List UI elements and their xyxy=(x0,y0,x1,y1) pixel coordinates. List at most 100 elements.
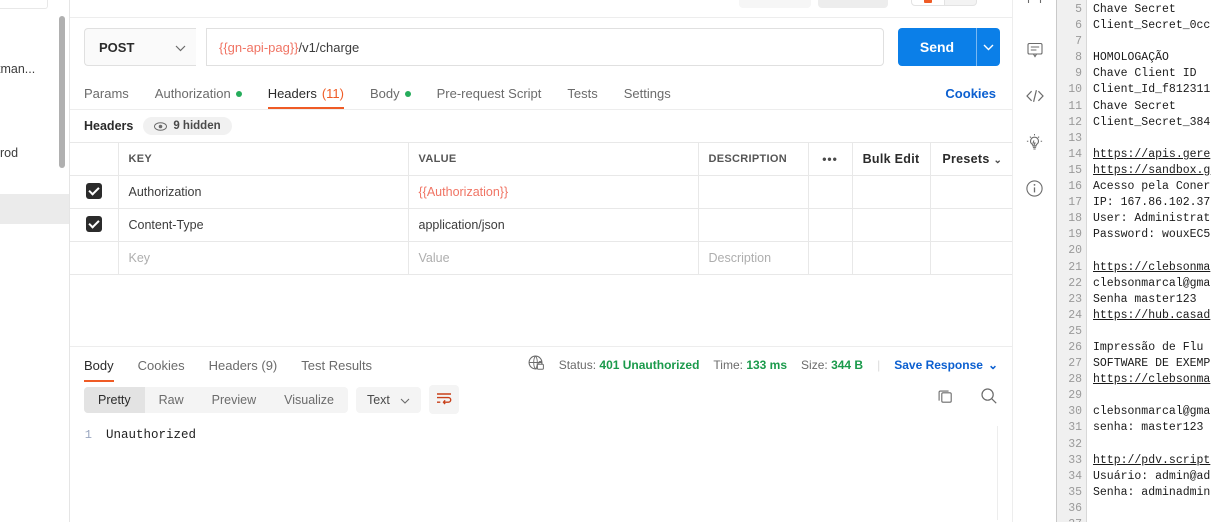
editor-line-text[interactable]: https://hub.casad xyxy=(1093,308,1215,324)
editor-line-text[interactable]: Client_Secret_384 xyxy=(1093,115,1215,131)
tab-params[interactable]: Params xyxy=(84,86,129,109)
response-tab-test-results[interactable]: Test Results xyxy=(301,349,372,382)
editor-line-text[interactable] xyxy=(1093,437,1215,453)
search-icon[interactable] xyxy=(980,387,998,405)
tab-tests[interactable]: Tests xyxy=(567,86,597,109)
toolbar-pill-2[interactable] xyxy=(818,0,888,8)
row-value[interactable]: {{Authorization}} xyxy=(407,175,699,209)
editor-line-text[interactable]: Client_Secret_0cc xyxy=(1093,18,1215,34)
editor-line-text[interactable] xyxy=(1093,131,1215,147)
copy-icon[interactable] xyxy=(937,388,954,405)
format-tab-pretty[interactable]: Pretty xyxy=(84,386,145,413)
editor-line-number: 21 xyxy=(1068,260,1082,274)
sidebar-item-truncated-2[interactable]: prod xyxy=(0,146,18,160)
sidebar-item-truncated-1[interactable]: tman... xyxy=(0,62,35,76)
editor-line-text[interactable]: https://sandbox.g xyxy=(1093,163,1215,179)
row-checkbox[interactable] xyxy=(85,215,102,232)
editor-line-text[interactable]: Chave Secret xyxy=(1093,99,1215,115)
tab-headers[interactable]: Headers (11) xyxy=(267,86,345,109)
response-scrollbar[interactable] xyxy=(997,426,998,520)
sidebar-item-selected[interactable] xyxy=(0,194,69,224)
editor-line-text[interactable]: Usuário: admin@ad xyxy=(1093,469,1215,485)
editor-line-text[interactable]: IP: 167.86.102.37 xyxy=(1093,195,1215,211)
response-type-select[interactable]: Text xyxy=(355,386,421,413)
response-tab-body[interactable]: Body xyxy=(84,349,114,382)
editor-line-text[interactable]: https://clebsonma xyxy=(1093,260,1215,276)
format-tab-preview[interactable]: Preview xyxy=(198,387,270,413)
new-row-description-input[interactable]: Description xyxy=(697,241,809,275)
editor-line-text[interactable]: http://pdv.script xyxy=(1093,453,1215,469)
presets-button[interactable]: Presets ⌄ xyxy=(929,142,1012,176)
editor-line-text[interactable]: Password: wouxEC5 xyxy=(1093,227,1215,243)
hidden-headers-toggle[interactable]: 9 hidden xyxy=(143,117,232,135)
format-tab-raw[interactable]: Raw xyxy=(145,387,198,413)
new-row-key-input[interactable]: Key xyxy=(117,241,409,275)
new-row-value-input[interactable]: Value xyxy=(407,241,699,275)
editor-line-text[interactable]: SOFTWARE DE EXEMP xyxy=(1093,356,1215,372)
table-row[interactable]: Content-Type application/json xyxy=(70,208,1012,242)
col-more-options-button[interactable]: ••• xyxy=(807,142,853,176)
save-document-icon[interactable] xyxy=(1023,0,1047,16)
row-value[interactable]: application/json xyxy=(407,208,699,242)
text-editor-pane[interactable]: 5 6 7 8 9 10 11 12 13 14 15 16 17 18 19 20 21 22 23 24 25 26 2… xyxy=(1056,0,1215,522)
editor-content[interactable]: Chave Secret Client_Secret_0cc HOMOLOGAÇÃ… xyxy=(1087,0,1215,522)
row-checkbox-cell[interactable] xyxy=(70,175,119,209)
editor-line-text[interactable]: Client_Id_f812311 xyxy=(1093,82,1215,98)
sidebar-scrollbar[interactable] xyxy=(59,16,65,168)
row-checkbox[interactable] xyxy=(85,182,102,199)
editor-line-text[interactable]: clebsonmarcal@gma xyxy=(1093,404,1215,420)
editor-line-text[interactable]: https://apis.gere xyxy=(1093,147,1215,163)
tab-authorization[interactable]: Authorization xyxy=(155,86,242,109)
row-checkbox-cell[interactable] xyxy=(70,208,119,242)
toolbar-red-badge[interactable] xyxy=(911,0,945,6)
code-icon[interactable] xyxy=(1023,84,1047,108)
response-body-code[interactable]: 1 Unauthorized xyxy=(70,422,1012,522)
tab-params-label: Params xyxy=(84,86,129,101)
response-tab-cookies[interactable]: Cookies xyxy=(138,349,185,382)
size-group: Size: 344 B xyxy=(801,358,863,372)
send-button[interactable]: Send xyxy=(898,28,976,66)
send-options-button[interactable] xyxy=(976,28,1000,66)
table-row[interactable]: Authorization {{Authorization}} xyxy=(70,175,1012,209)
editor-line-text[interactable]: https://clebsonma xyxy=(1093,372,1215,388)
lightbulb-icon[interactable] xyxy=(1023,130,1047,154)
editor-line-text[interactable] xyxy=(1093,517,1215,522)
editor-line-text[interactable] xyxy=(1093,388,1215,404)
editor-line-text[interactable]: Impressão de Flu xyxy=(1093,340,1215,356)
row-key[interactable]: Content-Type xyxy=(117,208,409,242)
row-key[interactable]: Authorization xyxy=(117,175,409,209)
editor-line-text[interactable]: User: Administrat xyxy=(1093,211,1215,227)
cookies-link[interactable]: Cookies xyxy=(945,86,996,101)
info-icon[interactable] xyxy=(1023,176,1047,200)
editor-line-text[interactable] xyxy=(1093,501,1215,517)
editor-line-text[interactable]: HOMOLOGAÇÃO xyxy=(1093,50,1215,66)
editor-line-number: 27 xyxy=(1068,357,1082,371)
editor-line-text[interactable]: Senha: adminadmin xyxy=(1093,485,1215,501)
toolbar-pill-1[interactable] xyxy=(739,0,811,8)
format-tab-visualize[interactable]: Visualize xyxy=(270,387,348,413)
response-tab-headers[interactable]: Headers (9) xyxy=(209,349,278,382)
editor-line-text[interactable] xyxy=(1093,34,1215,50)
editor-line-text[interactable]: clebsonmarcal@gma xyxy=(1093,276,1215,292)
editor-line-text[interactable]: Senha master123 xyxy=(1093,292,1215,308)
comment-icon[interactable] xyxy=(1023,38,1047,62)
row-description[interactable] xyxy=(697,208,809,242)
editor-line-text[interactable]: Acesso pela Coner xyxy=(1093,179,1215,195)
http-method-select[interactable]: POST xyxy=(84,28,196,66)
editor-line-text[interactable]: Chave Client ID xyxy=(1093,66,1215,82)
tab-settings[interactable]: Settings xyxy=(624,86,671,109)
row-description[interactable] xyxy=(697,175,809,209)
url-input[interactable]: {{gn-api-pag}}/v1/charge xyxy=(206,28,884,66)
editor-line-text[interactable]: Chave Secret xyxy=(1093,2,1215,18)
wrap-lines-button[interactable] xyxy=(428,385,459,414)
tab-body[interactable]: Body xyxy=(370,86,411,109)
editor-line-text[interactable] xyxy=(1093,243,1215,259)
save-response-button[interactable]: Save Response ⌄ xyxy=(894,358,998,372)
toolbar-grey-badge[interactable] xyxy=(945,0,977,6)
table-row-new[interactable]: Key Value Description xyxy=(70,241,1012,275)
new-row-checkbox-cell[interactable] xyxy=(70,241,119,275)
tab-pre-request-script[interactable]: Pre-request Script xyxy=(437,86,542,109)
bulk-edit-button[interactable]: Bulk Edit xyxy=(851,142,931,176)
editor-line-text[interactable] xyxy=(1093,324,1215,340)
editor-line-text[interactable]: senha: master123 xyxy=(1093,420,1215,436)
